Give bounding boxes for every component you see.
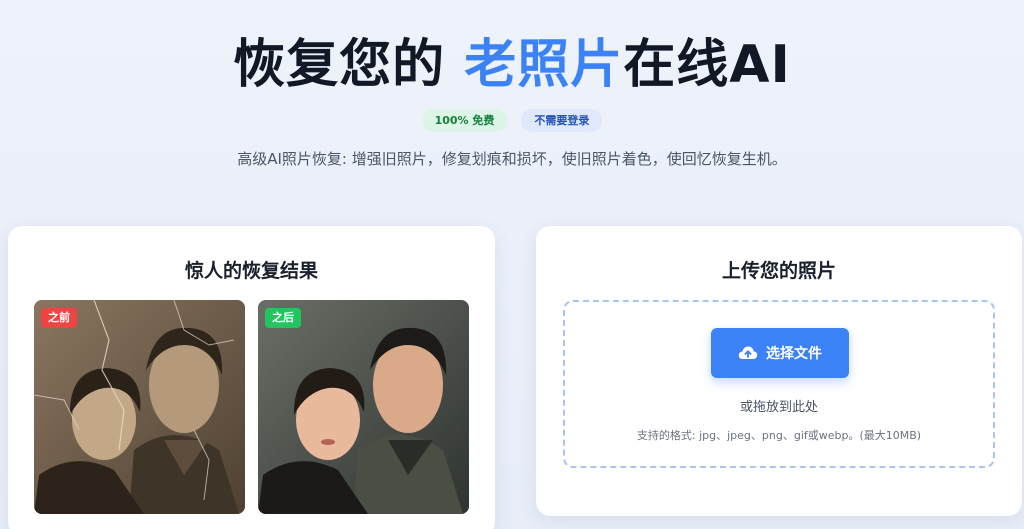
upload-dropzone[interactable]: 选择文件 或拖放到此处 支持的格式: jpg、jpeg、png、gif或webp…: [563, 300, 995, 468]
after-photo: 之后: [258, 300, 469, 514]
cloud-upload-icon: [738, 346, 758, 359]
free-badge: 100% 免费: [421, 109, 508, 132]
title-part-2: 在线AI: [623, 35, 791, 95]
title-part-1: 恢复您的: [233, 35, 465, 95]
after-photo-image: [258, 300, 469, 514]
choose-file-label: 选择文件: [766, 346, 822, 362]
badge-row: 100% 免费 不需要登录: [0, 109, 1024, 132]
results-card: 惊人的恢复结果 之前 之后: [8, 226, 495, 529]
page-subtitle: 高级AI照片恢复: 增强旧照片，修复划痕和损坏，使旧照片着色，使回忆恢复生机。: [237, 150, 787, 168]
results-title: 惊人的恢复结果: [184, 260, 318, 282]
choose-file-button[interactable]: 选择文件: [711, 328, 849, 378]
page-title: 恢复您的 老照片在线AI: [0, 30, 1024, 100]
title-accent: 老照片: [464, 35, 624, 95]
before-tag: 之前: [41, 308, 77, 328]
format-hint: 支持的格式: jpg、jpeg、png、gif或webp。(最大10MB): [636, 429, 922, 442]
upload-card: 上传您的照片 选择文件 或拖放到此处 支持的格式: jpg、jpeg、png、g…: [536, 226, 1022, 516]
before-photo: 之前: [34, 300, 245, 514]
no-login-badge: 不需要登录: [521, 109, 603, 132]
drop-hint: 或拖放到此处: [739, 400, 818, 415]
after-tag: 之后: [265, 308, 301, 328]
before-photo-image: [34, 300, 245, 514]
upload-title: 上传您的照片: [721, 260, 836, 282]
